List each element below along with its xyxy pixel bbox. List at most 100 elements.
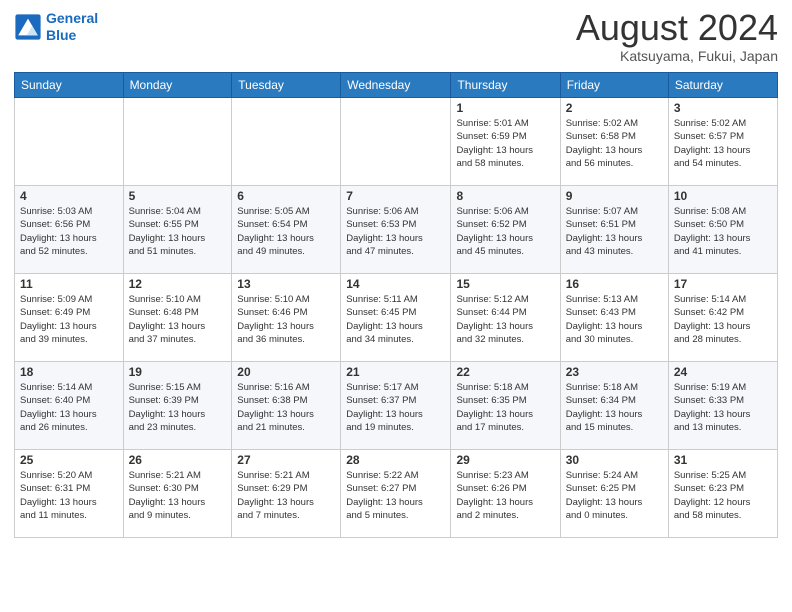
- cell-week0-day1: [123, 98, 232, 186]
- day-number: 18: [20, 365, 118, 379]
- cell-week1-day2: 6 Sunrise: 5:05 AMSunset: 6:54 PMDaylight…: [232, 186, 341, 274]
- logo-text: General Blue: [46, 10, 98, 44]
- day-number: 28: [346, 453, 445, 467]
- cell-week2-day2: 13Sunrise: 5:10 AMSunset: 6:46 PMDayligh…: [232, 274, 341, 362]
- day-info: Sunrise: 5:20 AMSunset: 6:31 PMDaylight:…: [20, 469, 118, 522]
- day-info: Sunrise: 5:15 AMSunset: 6:39 PMDaylight:…: [129, 381, 227, 434]
- cell-week3-day4: 22 Sunrise: 5:18 AMSunset: 6:35 PMDayligh…: [451, 362, 560, 450]
- header-friday: Friday: [560, 73, 668, 98]
- day-info: Sunrise: 5:13 AMSunset: 6:43 PMDaylight:…: [566, 293, 663, 346]
- day-number: 27: [237, 453, 335, 467]
- page-container: General Blue August 2024 Katsuyama, Fuku…: [0, 0, 792, 612]
- day-info: Sunrise: 5:22 AMSunset: 6:27 PMDaylight:…: [346, 469, 445, 522]
- cell-week2-day6: 17 Sunrise: 5:14 AMSunset: 6:42 PMDayligh…: [668, 274, 777, 362]
- day-number: 9: [566, 189, 663, 203]
- cell-week0-day3: [341, 98, 451, 186]
- day-number: 7: [346, 189, 445, 203]
- day-number: 19: [129, 365, 227, 379]
- day-number: 22: [456, 365, 554, 379]
- day-number: 25: [20, 453, 118, 467]
- day-info: Sunrise: 5:11 AMSunset: 6:45 PMDaylight:…: [346, 293, 445, 346]
- day-info: Sunrise: 5:09 AMSunset: 6:49 PMDaylight:…: [20, 293, 118, 346]
- day-info: Sunrise: 5:24 AMSunset: 6:25 PMDaylight:…: [566, 469, 663, 522]
- day-number: 31: [674, 453, 772, 467]
- header-tuesday: Tuesday: [232, 73, 341, 98]
- cell-week3-day5: 23 Sunrise: 5:18 AMSunset: 6:34 PMDayligh…: [560, 362, 668, 450]
- day-number: 29: [456, 453, 554, 467]
- cell-week4-day5: 30 Sunrise: 5:24 AMSunset: 6:25 PMDayligh…: [560, 450, 668, 538]
- day-info: Sunrise: 5:03 AMSunset: 6:56 PMDaylight:…: [20, 205, 118, 258]
- cell-week1-day5: 9 Sunrise: 5:07 AMSunset: 6:51 PMDaylight…: [560, 186, 668, 274]
- cell-week2-day3: 14 Sunrise: 5:11 AMSunset: 6:45 PMDayligh…: [341, 274, 451, 362]
- day-info: Sunrise: 5:01 AMSunset: 6:59 PMDaylight:…: [456, 117, 554, 170]
- day-number: 20: [237, 365, 335, 379]
- cell-week3-day6: 24Sunrise: 5:19 AMSunset: 6:33 PMDayligh…: [668, 362, 777, 450]
- day-number: 15: [456, 277, 554, 291]
- day-info: Sunrise: 5:19 AMSunset: 6:33 PMDaylight:…: [674, 381, 772, 434]
- day-number: 11: [20, 277, 118, 291]
- header-row: SundayMondayTuesdayWednesdayThursdayFrid…: [15, 73, 778, 98]
- header-sunday: Sunday: [15, 73, 124, 98]
- location: Katsuyama, Fukui, Japan: [576, 48, 778, 64]
- day-info: Sunrise: 5:10 AMSunset: 6:48 PMDaylight:…: [129, 293, 227, 346]
- cell-week0-day6: 3 Sunrise: 5:02 AMSunset: 6:57 PMDaylight…: [668, 98, 777, 186]
- day-info: Sunrise: 5:07 AMSunset: 6:51 PMDaylight:…: [566, 205, 663, 258]
- day-info: Sunrise: 5:04 AMSunset: 6:55 PMDaylight:…: [129, 205, 227, 258]
- week-row-2: 11 Sunrise: 5:09 AMSunset: 6:49 PMDayligh…: [15, 274, 778, 362]
- day-info: Sunrise: 5:18 AMSunset: 6:35 PMDaylight:…: [456, 381, 554, 434]
- calendar-header: SundayMondayTuesdayWednesdayThursdayFrid…: [15, 73, 778, 98]
- day-info: Sunrise: 5:21 AMSunset: 6:30 PMDaylight:…: [129, 469, 227, 522]
- day-number: 4: [20, 189, 118, 203]
- day-number: 5: [129, 189, 227, 203]
- day-info: Sunrise: 5:02 AMSunset: 6:58 PMDaylight:…: [566, 117, 663, 170]
- cell-week3-day0: 18Sunrise: 5:14 AMSunset: 6:40 PMDayligh…: [15, 362, 124, 450]
- day-info: Sunrise: 5:16 AMSunset: 6:38 PMDaylight:…: [237, 381, 335, 434]
- week-row-4: 25 Sunrise: 5:20 AMSunset: 6:31 PMDayligh…: [15, 450, 778, 538]
- cell-week3-day1: 19 Sunrise: 5:15 AMSunset: 6:39 PMDayligh…: [123, 362, 232, 450]
- cell-week0-day2: [232, 98, 341, 186]
- day-info: Sunrise: 5:25 AMSunset: 6:23 PMDaylight:…: [674, 469, 772, 522]
- cell-week0-day4: 1 Sunrise: 5:01 AMSunset: 6:59 PMDaylight…: [451, 98, 560, 186]
- cell-week2-day1: 12 Sunrise: 5:10 AMSunset: 6:48 PMDayligh…: [123, 274, 232, 362]
- day-number: 14: [346, 277, 445, 291]
- day-number: 6: [237, 189, 335, 203]
- day-number: 3: [674, 101, 772, 115]
- day-number: 8: [456, 189, 554, 203]
- day-info: Sunrise: 5:14 AMSunset: 6:42 PMDaylight:…: [674, 293, 772, 346]
- day-number: 26: [129, 453, 227, 467]
- logo: General Blue: [14, 10, 98, 44]
- calendar-table: SundayMondayTuesdayWednesdayThursdayFrid…: [14, 72, 778, 538]
- week-row-0: 1 Sunrise: 5:01 AMSunset: 6:59 PMDaylight…: [15, 98, 778, 186]
- logo-line2: Blue: [46, 27, 76, 43]
- cell-week1-day6: 10Sunrise: 5:08 AMSunset: 6:50 PMDayligh…: [668, 186, 777, 274]
- cell-week4-day6: 31 Sunrise: 5:25 AMSunset: 6:23 PMDayligh…: [668, 450, 777, 538]
- day-number: 1: [456, 101, 554, 115]
- day-number: 23: [566, 365, 663, 379]
- title-block: August 2024 Katsuyama, Fukui, Japan: [576, 10, 778, 64]
- day-info: Sunrise: 5:12 AMSunset: 6:44 PMDaylight:…: [456, 293, 554, 346]
- day-number: 2: [566, 101, 663, 115]
- cell-week0-day5: 2 Sunrise: 5:02 AMSunset: 6:58 PMDaylight…: [560, 98, 668, 186]
- day-number: 21: [346, 365, 445, 379]
- day-info: Sunrise: 5:17 AMSunset: 6:37 PMDaylight:…: [346, 381, 445, 434]
- cell-week3-day2: 20 Sunrise: 5:16 AMSunset: 6:38 PMDayligh…: [232, 362, 341, 450]
- day-info: Sunrise: 5:05 AMSunset: 6:54 PMDaylight:…: [237, 205, 335, 258]
- day-info: Sunrise: 5:21 AMSunset: 6:29 PMDaylight:…: [237, 469, 335, 522]
- cell-week4-day2: 27 Sunrise: 5:21 AMSunset: 6:29 PMDayligh…: [232, 450, 341, 538]
- day-info: Sunrise: 5:06 AMSunset: 6:53 PMDaylight:…: [346, 205, 445, 258]
- day-number: 13: [237, 277, 335, 291]
- day-info: Sunrise: 5:02 AMSunset: 6:57 PMDaylight:…: [674, 117, 772, 170]
- week-row-3: 18Sunrise: 5:14 AMSunset: 6:40 PMDayligh…: [15, 362, 778, 450]
- month-title: August 2024: [576, 10, 778, 46]
- calendar-body: 1 Sunrise: 5:01 AMSunset: 6:59 PMDaylight…: [15, 98, 778, 538]
- day-info: Sunrise: 5:23 AMSunset: 6:26 PMDaylight:…: [456, 469, 554, 522]
- header-monday: Monday: [123, 73, 232, 98]
- day-number: 12: [129, 277, 227, 291]
- day-number: 30: [566, 453, 663, 467]
- header-thursday: Thursday: [451, 73, 560, 98]
- cell-week0-day0: [15, 98, 124, 186]
- day-number: 17: [674, 277, 772, 291]
- logo-icon: [14, 13, 42, 41]
- day-info: Sunrise: 5:18 AMSunset: 6:34 PMDaylight:…: [566, 381, 663, 434]
- cell-week4-day3: 28 Sunrise: 5:22 AMSunset: 6:27 PMDayligh…: [341, 450, 451, 538]
